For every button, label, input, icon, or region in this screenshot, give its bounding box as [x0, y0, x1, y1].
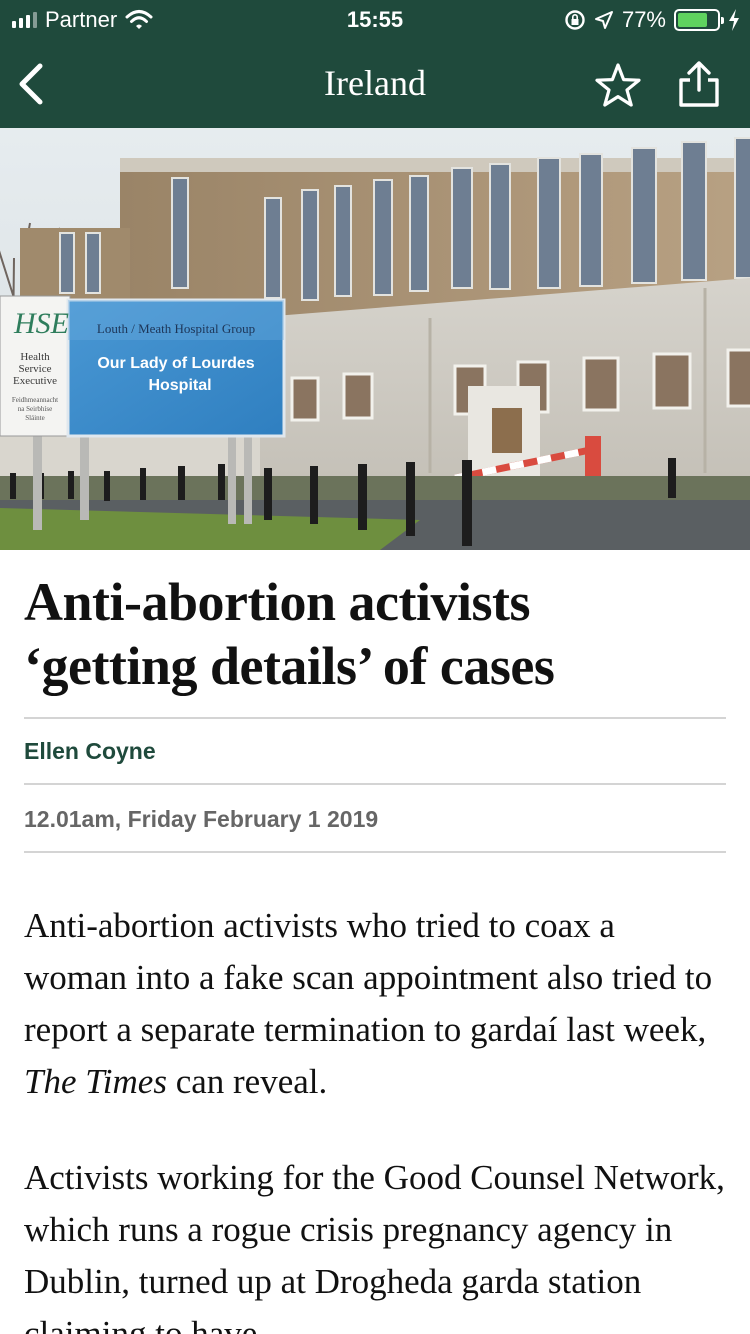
article: Anti-abortion activists ‘getting details…: [24, 550, 726, 1334]
sign-irish-line-2: na Seirbhíse: [18, 405, 52, 413]
battery-fill: [678, 13, 708, 27]
article-paragraph-1: Anti-abortion activists who tried to coa…: [24, 900, 726, 1108]
paragraph-text: Anti-abortion activists who tried to coa…: [24, 906, 713, 1049]
sign-hospital-name-2: Hospital: [148, 377, 211, 394]
sign-hospital-name-1: Our Lady of Lourdes: [97, 355, 254, 372]
status-bar: Partner 15:55 77%: [0, 0, 750, 40]
sign-logo-text: HSE: [13, 307, 69, 340]
headline-line-1: Anti-abortion activists: [24, 572, 530, 632]
sign-irish-line-1: Feidhmeannacht: [12, 396, 58, 404]
nav-bar: Ireland: [0, 40, 750, 128]
divider: [24, 851, 726, 853]
rotation-lock-icon: [565, 10, 585, 30]
sign-group-text: Louth / Meath Hospital Group: [97, 321, 255, 336]
location-arrow-icon: [594, 11, 613, 29]
charging-bolt-icon: [729, 9, 739, 31]
article-headline: Anti-abortion activists ‘getting details…: [24, 570, 726, 698]
paragraph-text: can reveal.: [166, 1062, 328, 1101]
sign-irish-line-3: Sláinte: [25, 414, 44, 422]
article-paragraph-2: Activists working for the Good Counsel N…: [24, 1158, 725, 1334]
sign-org-line-2: Service: [19, 363, 52, 375]
article-hero-image: HSE Health Service Executive Feidhmeanna…: [0, 128, 750, 550]
battery-icon: [674, 9, 724, 31]
author-byline[interactable]: Ellen Coyne: [24, 719, 726, 783]
publish-date: 12.01am, Friday February 1 2019: [24, 806, 379, 832]
hospital-photo: HSE Health Service Executive Feidhmeanna…: [0, 128, 750, 550]
star-icon[interactable]: [594, 62, 642, 108]
sign-org-line-3: Executive: [13, 375, 57, 387]
publication-name: The Times: [24, 1062, 167, 1101]
headline-line-2: ‘getting details’ of cases: [24, 636, 555, 696]
battery-percent: 77%: [621, 7, 666, 32]
sign-org-line-1: Health: [20, 351, 50, 363]
status-right: 77%: [564, 7, 740, 33]
share-icon[interactable]: [676, 60, 722, 108]
